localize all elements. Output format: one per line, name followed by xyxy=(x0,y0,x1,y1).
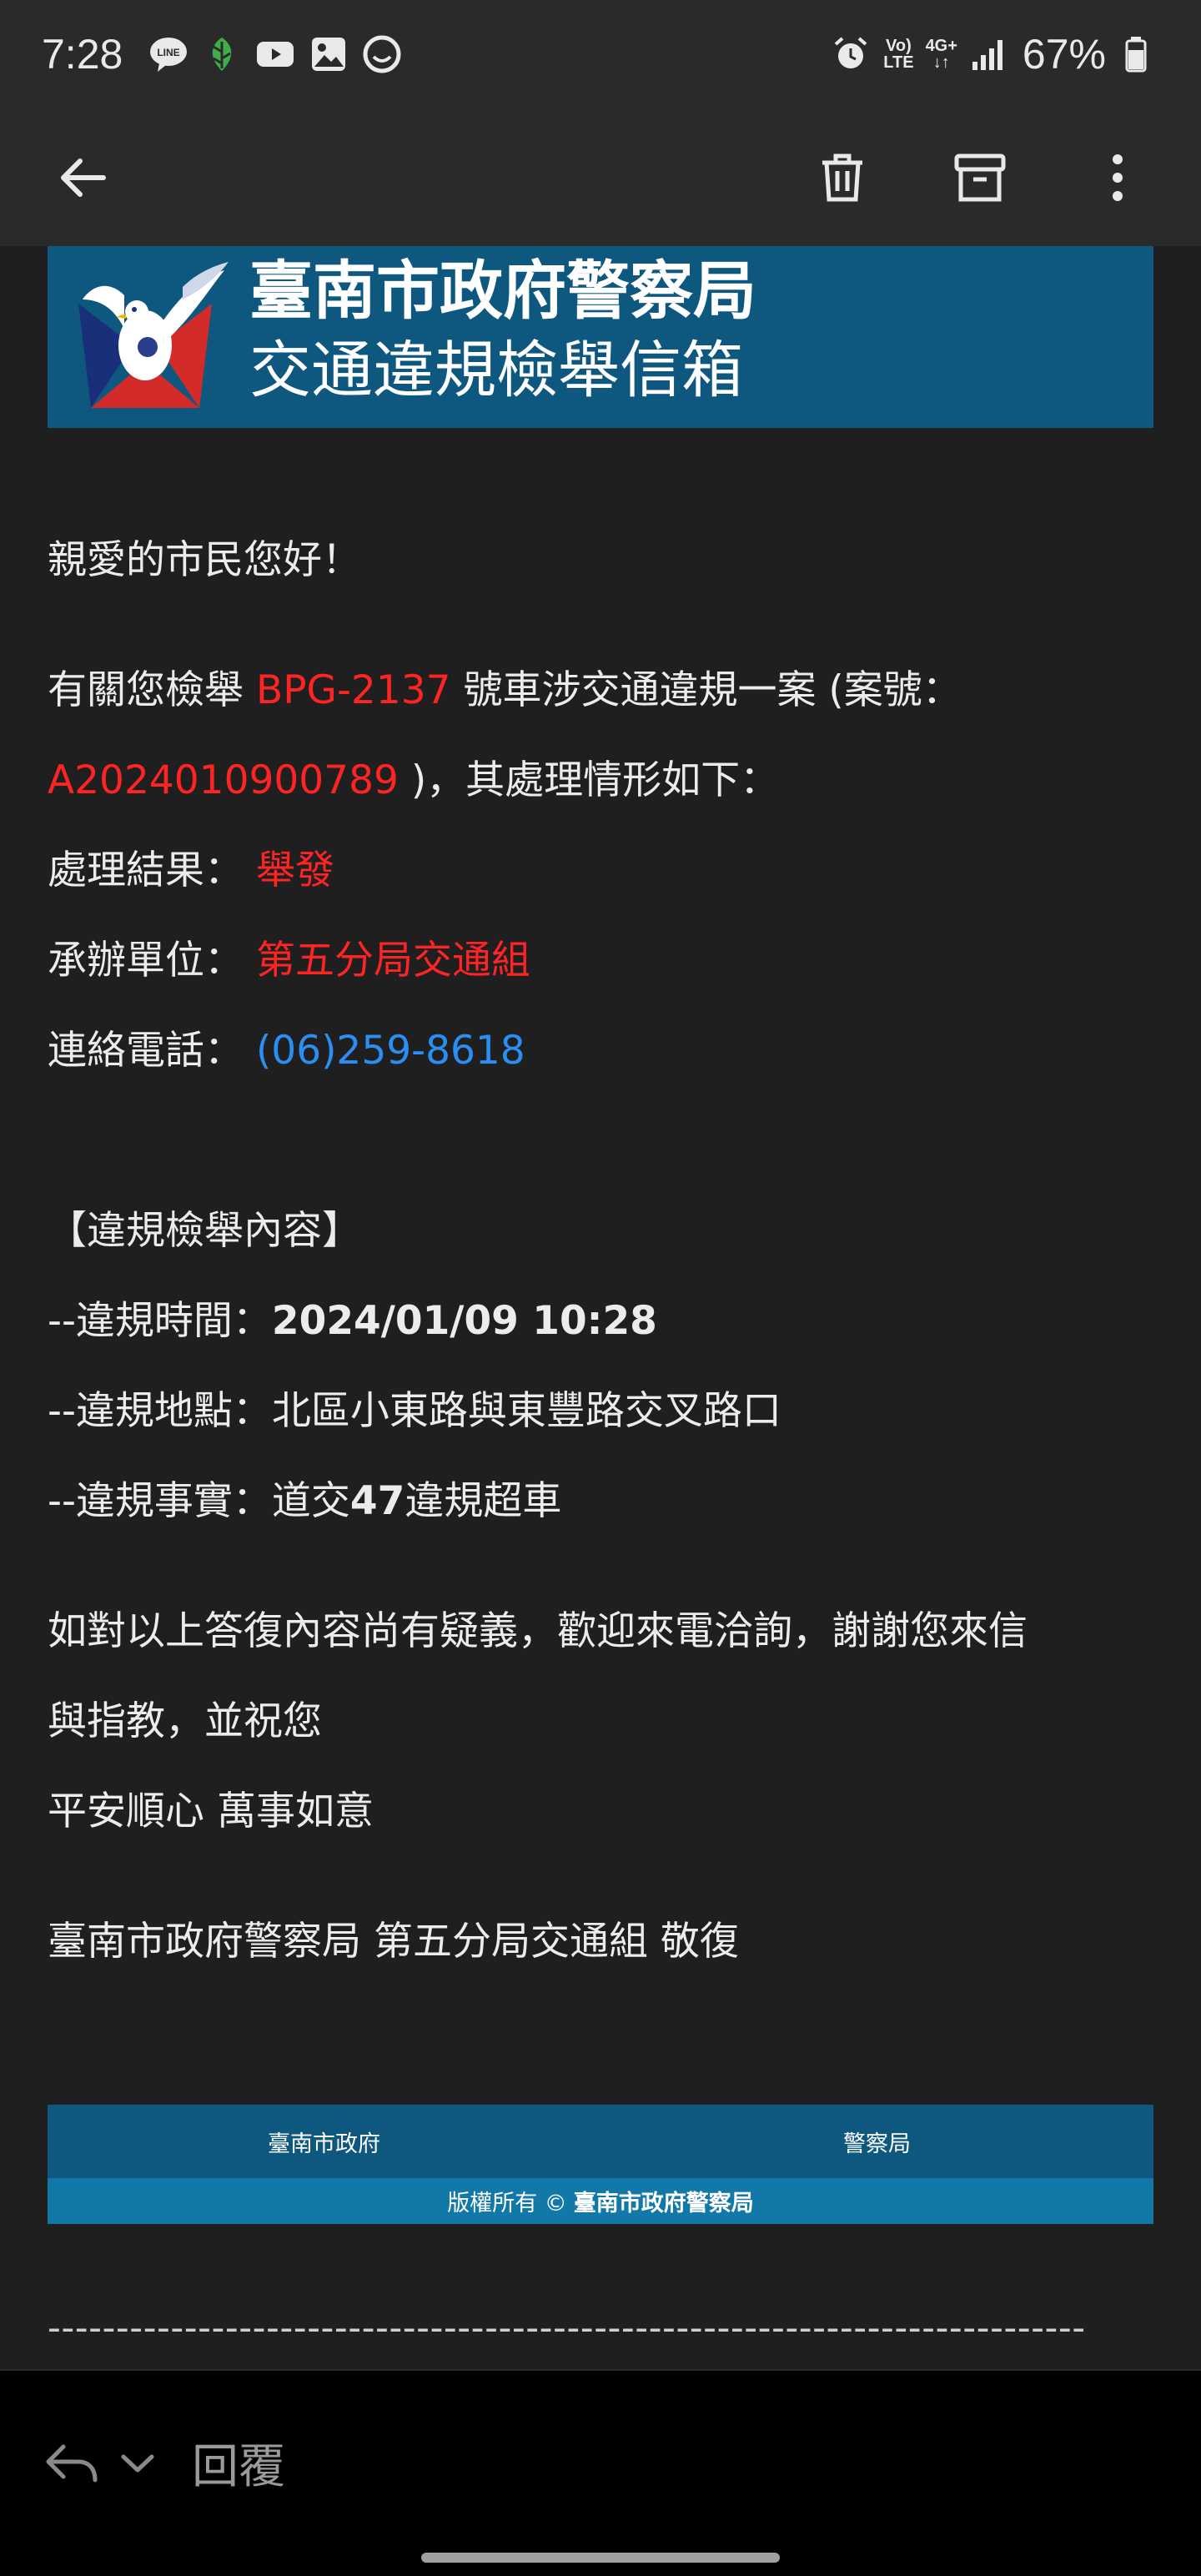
footer-copyright: 版權所有 © 臺南市政府警察局 xyxy=(48,2178,1153,2224)
closing-line-2: 與指教，並祝您 xyxy=(48,1698,322,1744)
banner-title: 臺南市政府警察局 xyxy=(249,254,756,328)
4g-signal-icon: 4G+ ↓↑ xyxy=(925,37,957,72)
back-button[interactable] xyxy=(50,144,117,211)
archive-button[interactable] xyxy=(947,144,1013,211)
line-icon: LINE xyxy=(148,33,189,75)
trash-icon xyxy=(822,153,862,201)
more-vertical-icon xyxy=(1113,153,1123,201)
alarm-icon xyxy=(830,33,872,75)
footer-links: 臺南市政府 警察局 xyxy=(48,2105,1153,2178)
unit-row: 承辦單位： 第五分局交通組 xyxy=(48,938,530,984)
email-toolbar xyxy=(0,108,1201,246)
email-body: 親愛的市民您好！ 有關您檢舉 BPG-2137 號車涉交通違規一案 (案號： A… xyxy=(48,538,1165,1965)
reply-label: 回覆 xyxy=(192,2440,285,2494)
greeting: 親愛的市民您好！ xyxy=(48,537,361,583)
delete-button[interactable] xyxy=(809,144,876,211)
gallery-icon xyxy=(308,33,349,75)
youtube-icon xyxy=(254,33,296,75)
email-content[interactable]: 臺南市政府警察局 交通違規檢舉信箱 親愛的市民您好！ 有關您檢舉 BPG-213… xyxy=(0,246,1201,2369)
volte-icon: Vo) LTE xyxy=(883,37,914,72)
signal-icon xyxy=(969,33,1011,75)
footer-link-police[interactable]: 警察局 xyxy=(600,2126,1153,2158)
gesture-nav-handle[interactable] xyxy=(421,2553,780,2563)
more-options-button[interactable] xyxy=(1084,144,1151,211)
divider-dashes: ----------------------------------------… xyxy=(48,2307,1086,2348)
phone-link[interactable]: (06)259-8618 xyxy=(256,1028,525,1074)
toolbar-actions xyxy=(809,144,1151,211)
section-title: 【違規檢舉內容】 xyxy=(48,1208,361,1254)
status-right: Vo) LTE 4G+ ↓↑ 67% xyxy=(830,30,1159,78)
phone-row: 連絡電話： (06)259-8618 xyxy=(48,1028,525,1074)
bottom-bar: 回覆 xyxy=(0,2369,1201,2576)
messenger-icon xyxy=(361,33,403,75)
violation-fact-row: --違規事實：道交47違規超車 xyxy=(48,1478,562,1524)
police-dove-logo-icon xyxy=(78,262,229,408)
closing-line-1: 如對以上答復內容尚有疑義，歡迎來電洽詢，謝謝您來信 xyxy=(48,1608,1028,1654)
case-number: A2024010900789 xyxy=(48,757,399,803)
footer-link-city-government[interactable]: 臺南市政府 xyxy=(48,2126,600,2158)
plate-number: BPG-2137 xyxy=(255,667,451,713)
reply-icon xyxy=(46,2444,98,2482)
status-left: 7:28 LINE xyxy=(42,30,403,78)
email-banner: 臺南市政府警察局 交通違規檢舉信箱 xyxy=(48,246,1153,428)
svg-text:LINE: LINE xyxy=(158,47,180,58)
chevron-down-icon[interactable] xyxy=(117,2438,158,2488)
intro-line-2: A2024010900789 )，其處理情形如下： xyxy=(48,757,780,803)
archive-icon xyxy=(954,153,1006,201)
result-value: 舉發 xyxy=(255,848,334,893)
banner-subtitle: 交通違規檢舉信箱 xyxy=(249,335,743,406)
arrow-left-icon xyxy=(61,158,106,197)
status-bar: 7:28 LINE Vo) LTE 4G+ ↓↑ 67% xyxy=(0,0,1201,108)
intro-line-1: 有關您檢舉 BPG-2137 號車涉交通違規一案 (案號： xyxy=(48,667,962,713)
result-row: 處理結果： 舉發 xyxy=(48,848,334,893)
reply-button[interactable]: 回覆 xyxy=(42,2429,285,2497)
violation-time-row: --違規時間：2024/01/09 10:28 xyxy=(48,1298,657,1344)
banner-text: 臺南市政府警察局 交通違規檢舉信箱 xyxy=(249,254,756,412)
status-time: 7:28 xyxy=(42,31,123,78)
battery-percent: 67% xyxy=(1022,31,1106,78)
closing-line-3: 平安順心 萬事如意 xyxy=(48,1789,374,1834)
unit-value: 第五分局交通組 xyxy=(255,938,530,984)
signature: 臺南市政府警察局 第五分局交通組 敬復 xyxy=(48,1919,739,1965)
battery-icon xyxy=(1118,33,1159,75)
violation-place-row: --違規地點：北區小東路與東豐路交叉路口 xyxy=(48,1388,781,1434)
leaf-app-icon xyxy=(201,33,243,75)
